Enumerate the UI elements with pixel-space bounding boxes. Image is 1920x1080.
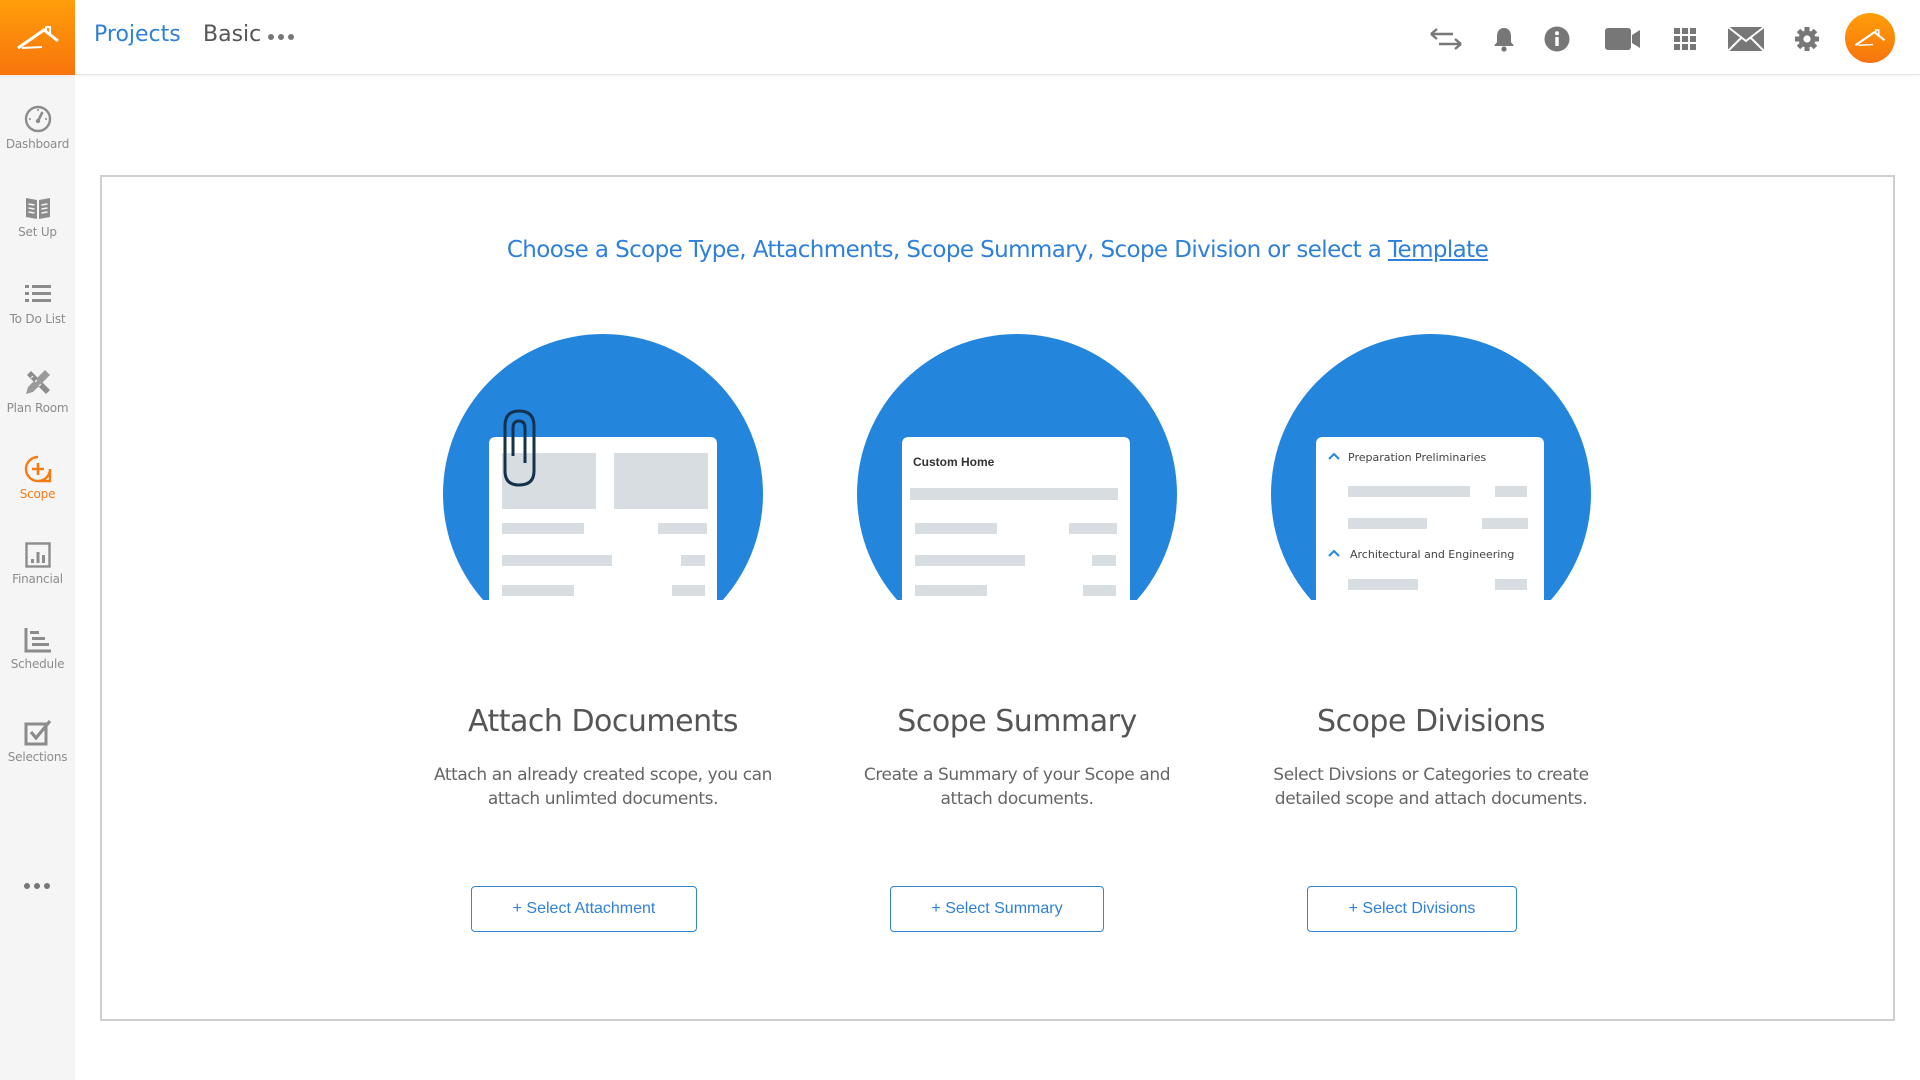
swap-arrows-icon xyxy=(1430,28,1462,50)
scope-type-panel: Choose a Scope Type, Attachments, Scope … xyxy=(100,175,1895,1021)
gantt-icon xyxy=(24,628,51,653)
bar-chart-icon xyxy=(24,542,51,568)
info-icon xyxy=(1544,26,1570,52)
sidebar-item-label: Scope xyxy=(19,487,56,501)
app-logo[interactable] xyxy=(0,0,75,75)
house-roof-icon xyxy=(1854,29,1886,47)
switch-account-button[interactable] xyxy=(1429,22,1463,56)
ellipsis-dot xyxy=(34,883,40,889)
bell-icon xyxy=(1494,28,1514,52)
house-roof-icon xyxy=(16,25,59,49)
gear-icon xyxy=(1795,27,1819,51)
grid-apps-icon xyxy=(1674,28,1696,50)
sidebar-item-scope[interactable]: Scope xyxy=(0,455,75,501)
sidebar-item-to-do-list[interactable]: To Do List xyxy=(0,280,75,326)
ellipsis-icon xyxy=(268,34,274,40)
settings-button[interactable] xyxy=(1790,22,1824,56)
card-description: Create a Summary of your Scope and attac… xyxy=(837,763,1197,811)
ellipsis-dot xyxy=(44,883,50,889)
divisions-document-icon: Preparation Preliminaries Architectural … xyxy=(1271,334,1591,664)
card-description: Select Divsions or Categories to create … xyxy=(1251,763,1611,811)
card-description-line: detailed scope and attach documents. xyxy=(1274,789,1588,809)
video-button[interactable] xyxy=(1603,22,1643,56)
list-icon xyxy=(24,285,51,302)
sidebar-item-label: Dashboard xyxy=(5,137,70,151)
summary-document-icon: Custom Home xyxy=(857,334,1177,664)
scope-summary-card: Custom Home Scope Summary Create a Summa… xyxy=(837,334,1197,811)
card-description-line: Attach an already created scope, you can xyxy=(433,765,773,785)
card-description-line: attach unlimted documents. xyxy=(487,789,719,809)
messages-button[interactable] xyxy=(1726,22,1766,56)
project-more-menu[interactable] xyxy=(268,34,294,40)
gauge-icon xyxy=(24,105,51,133)
sidebar-item-label: To Do List xyxy=(9,312,66,326)
notifications-button[interactable] xyxy=(1487,22,1521,56)
illustration-division-1: Preparation Preliminaries xyxy=(1348,451,1486,464)
select-summary-button[interactable]: + Select Summary xyxy=(890,886,1104,932)
card-description: Attach an already created scope, you can… xyxy=(423,763,783,811)
card-title: Scope Summary xyxy=(897,704,1137,739)
sidebar-item-label: Plan Room xyxy=(6,401,69,415)
scope-divisions-card: Preparation Preliminaries Architectural … xyxy=(1251,334,1611,811)
divisions-document-illustration: Preparation Preliminaries Architectural … xyxy=(1271,334,1591,664)
sidebar-more-button[interactable] xyxy=(24,883,50,889)
apps-grid-button[interactable] xyxy=(1668,22,1702,56)
sidebar-item-selections[interactable]: Selections xyxy=(0,718,75,764)
scope-instructions: Choose a Scope Type, Attachments, Scope … xyxy=(102,237,1893,263)
sidebar-item-financial[interactable]: Financial xyxy=(0,542,75,586)
ellipsis-dot xyxy=(288,34,294,40)
card-description-line: attach documents. xyxy=(940,789,1094,809)
info-button[interactable] xyxy=(1540,22,1574,56)
intro-text: Choose a Scope Type, Attachments, Scope … xyxy=(506,237,1388,263)
sidebar-item-plan-room[interactable]: Plan Room xyxy=(0,367,75,415)
left-sidebar: Dashboard Set Up To Do List Plan Room Sc… xyxy=(0,75,75,1080)
user-avatar[interactable] xyxy=(1845,13,1895,63)
card-description-line: Select Divsions or Categories to create xyxy=(1273,765,1589,785)
top-header: Projects Basic xyxy=(0,0,1920,75)
card-title: Attach Documents xyxy=(468,704,739,739)
card-title: Scope Divisions xyxy=(1317,704,1545,739)
select-divisions-button[interactable]: + Select Divisions xyxy=(1307,886,1517,932)
ellipsis-dot xyxy=(278,34,284,40)
ruler-pencil-icon xyxy=(25,370,50,394)
sidebar-item-schedule[interactable]: Schedule xyxy=(0,627,75,671)
video-camera-icon xyxy=(1605,28,1640,50)
breadcrumb-projects[interactable]: Projects xyxy=(94,22,181,47)
breadcrumb-current-project: Basic xyxy=(203,22,262,47)
envelope-icon xyxy=(1727,26,1765,52)
paperclip-document-icon xyxy=(443,334,763,604)
sidebar-item-label: Set Up xyxy=(18,225,57,239)
illustration-heading: Custom Home xyxy=(913,455,995,469)
sidebar-item-label: Financial xyxy=(12,572,63,586)
plus-circle-icon xyxy=(24,455,51,483)
illustration-division-2: Architectural and Engineering xyxy=(1350,548,1514,561)
attach-documents-card: Attach Documents Attach an already creat… xyxy=(423,334,783,811)
sidebar-item-set-up[interactable]: Set Up xyxy=(0,193,75,239)
sidebar-item-label: Selections xyxy=(7,750,68,764)
card-description-line: Create a Summary of your Scope and xyxy=(863,765,1171,785)
select-attachment-button[interactable]: + Select Attachment xyxy=(471,886,697,932)
paperclip-document-illustration xyxy=(443,334,763,604)
ellipsis-icon xyxy=(24,883,30,889)
summary-document-illustration: Custom Home xyxy=(857,334,1177,664)
checkbox-icon xyxy=(24,719,51,746)
template-link[interactable]: Template xyxy=(1388,237,1489,263)
sidebar-item-label: Schedule xyxy=(10,657,65,671)
open-book-icon xyxy=(25,198,50,219)
sidebar-item-dashboard[interactable]: Dashboard xyxy=(0,105,75,151)
